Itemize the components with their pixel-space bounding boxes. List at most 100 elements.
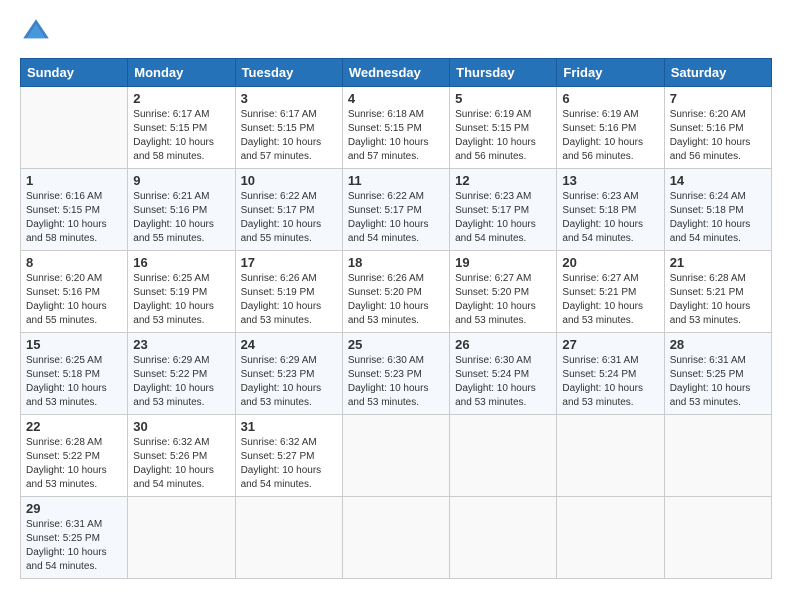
calendar-header-friday: Friday <box>557 59 664 87</box>
calendar-cell: 7 Sunrise: 6:20 AM Sunset: 5:16 PM Daylig… <box>664 87 771 169</box>
day-number: 17 <box>241 255 337 270</box>
calendar-cell: 15Sunrise: 6:25 AM Sunset: 5:18 PM Dayli… <box>21 333 128 415</box>
calendar-cell: 30Sunrise: 6:32 AM Sunset: 5:26 PM Dayli… <box>128 415 235 497</box>
day-number: 31 <box>241 419 337 434</box>
calendar-cell <box>342 415 449 497</box>
day-number: 30 <box>133 419 229 434</box>
day-detail: Sunrise: 6:24 AM Sunset: 5:18 PM Dayligh… <box>670 190 766 246</box>
day-detail: Sunrise: 6:20 AM Sunset: 5:16 PM Dayligh… <box>670 108 766 164</box>
calendar-header-row: SundayMondayTuesdayWednesdayThursdayFrid… <box>21 59 772 87</box>
calendar-cell: 21 Sunrise: 6:28 AM Sunset: 5:21 PM Dayli… <box>664 251 771 333</box>
calendar-cell: 28Sunrise: 6:31 AM Sunset: 5:25 PM Dayli… <box>664 333 771 415</box>
day-number: 15 <box>26 337 122 352</box>
day-detail: Sunrise: 6:19 AM Sunset: 5:15 PM Dayligh… <box>455 108 551 164</box>
calendar-cell: 3 Sunrise: 6:17 AM Sunset: 5:15 PM Daylig… <box>235 87 342 169</box>
calendar-cell <box>342 497 449 579</box>
day-detail: Sunrise: 6:29 AM Sunset: 5:23 PM Dayligh… <box>241 354 337 410</box>
day-number: 4 <box>348 91 444 106</box>
calendar-cell: 1Sunrise: 6:16 AM Sunset: 5:15 PM Daylig… <box>21 169 128 251</box>
calendar-cell: 22 Sunrise: 6:28 AM Sunset: 5:22 PM Dayli… <box>21 415 128 497</box>
day-detail: Sunrise: 6:26 AM Sunset: 5:20 PM Dayligh… <box>348 272 444 328</box>
day-number: 26 <box>455 337 551 352</box>
calendar-header-sunday: Sunday <box>21 59 128 87</box>
day-detail: Sunrise: 6:23 AM Sunset: 5:17 PM Dayligh… <box>455 190 551 246</box>
calendar-cell: 16 Sunrise: 6:25 AM Sunset: 5:19 PM Dayli… <box>128 251 235 333</box>
day-detail: Sunrise: 6:29 AM Sunset: 5:22 PM Dayligh… <box>133 354 229 410</box>
day-number: 20 <box>562 255 658 270</box>
day-number: 18 <box>348 255 444 270</box>
day-detail: Sunrise: 6:19 AM Sunset: 5:16 PM Dayligh… <box>562 108 658 164</box>
day-number: 7 <box>670 91 766 106</box>
calendar-cell: 13 Sunrise: 6:23 AM Sunset: 5:18 PM Dayli… <box>557 169 664 251</box>
day-detail: Sunrise: 6:17 AM Sunset: 5:15 PM Dayligh… <box>241 108 337 164</box>
calendar-cell: 20Sunrise: 6:27 AM Sunset: 5:21 PM Dayli… <box>557 251 664 333</box>
calendar-header-tuesday: Tuesday <box>235 59 342 87</box>
calendar-cell: 27Sunrise: 6:31 AM Sunset: 5:24 PM Dayli… <box>557 333 664 415</box>
calendar-header-saturday: Saturday <box>664 59 771 87</box>
day-detail: Sunrise: 6:25 AM Sunset: 5:19 PM Dayligh… <box>133 272 229 328</box>
calendar-week-row: 29 Sunrise: 6:31 AM Sunset: 5:25 PM Dayli… <box>21 497 772 579</box>
calendar-cell <box>21 87 128 169</box>
calendar-cell <box>557 415 664 497</box>
day-number: 13 <box>562 173 658 188</box>
calendar-cell: 23Sunrise: 6:29 AM Sunset: 5:22 PM Dayli… <box>128 333 235 415</box>
day-detail: Sunrise: 6:31 AM Sunset: 5:25 PM Dayligh… <box>26 518 122 574</box>
calendar-cell: 2 Sunrise: 6:17 AM Sunset: 5:15 PM Daylig… <box>128 87 235 169</box>
day-number: 29 <box>26 501 122 516</box>
calendar-cell <box>235 497 342 579</box>
day-detail: Sunrise: 6:28 AM Sunset: 5:21 PM Dayligh… <box>670 272 766 328</box>
calendar-header-monday: Monday <box>128 59 235 87</box>
calendar-cell: 10 Sunrise: 6:22 AM Sunset: 5:17 PM Dayli… <box>235 169 342 251</box>
day-detail: Sunrise: 6:27 AM Sunset: 5:20 PM Dayligh… <box>455 272 551 328</box>
day-number: 22 <box>26 419 122 434</box>
day-detail: Sunrise: 6:22 AM Sunset: 5:17 PM Dayligh… <box>241 190 337 246</box>
day-detail: Sunrise: 6:32 AM Sunset: 5:27 PM Dayligh… <box>241 436 337 492</box>
header <box>20 16 772 48</box>
day-number: 1 <box>26 173 122 188</box>
day-number: 14 <box>670 173 766 188</box>
calendar-cell: 19 Sunrise: 6:27 AM Sunset: 5:20 PM Dayli… <box>450 251 557 333</box>
day-number: 27 <box>562 337 658 352</box>
calendar-table: SundayMondayTuesdayWednesdayThursdayFrid… <box>20 58 772 579</box>
calendar-cell: 12 Sunrise: 6:23 AM Sunset: 5:17 PM Dayli… <box>450 169 557 251</box>
calendar-cell: 11Sunrise: 6:22 AM Sunset: 5:17 PM Dayli… <box>342 169 449 251</box>
day-number: 16 <box>133 255 229 270</box>
calendar-week-row: 2 Sunrise: 6:17 AM Sunset: 5:15 PM Daylig… <box>21 87 772 169</box>
day-detail: Sunrise: 6:26 AM Sunset: 5:19 PM Dayligh… <box>241 272 337 328</box>
calendar-header-thursday: Thursday <box>450 59 557 87</box>
calendar-cell <box>664 497 771 579</box>
day-detail: Sunrise: 6:28 AM Sunset: 5:22 PM Dayligh… <box>26 436 122 492</box>
calendar-week-row: 15Sunrise: 6:25 AM Sunset: 5:18 PM Dayli… <box>21 333 772 415</box>
calendar-cell <box>450 415 557 497</box>
calendar-header-wednesday: Wednesday <box>342 59 449 87</box>
day-detail: Sunrise: 6:30 AM Sunset: 5:24 PM Dayligh… <box>455 354 551 410</box>
day-detail: Sunrise: 6:22 AM Sunset: 5:17 PM Dayligh… <box>348 190 444 246</box>
day-detail: Sunrise: 6:20 AM Sunset: 5:16 PM Dayligh… <box>26 272 122 328</box>
day-number: 5 <box>455 91 551 106</box>
calendar-cell: 25Sunrise: 6:30 AM Sunset: 5:23 PM Dayli… <box>342 333 449 415</box>
calendar-cell: 4Sunrise: 6:18 AM Sunset: 5:15 PM Daylig… <box>342 87 449 169</box>
day-detail: Sunrise: 6:17 AM Sunset: 5:15 PM Dayligh… <box>133 108 229 164</box>
day-number: 2 <box>133 91 229 106</box>
calendar-week-row: 8Sunrise: 6:20 AM Sunset: 5:16 PM Daylig… <box>21 251 772 333</box>
day-number: 24 <box>241 337 337 352</box>
calendar-cell <box>557 497 664 579</box>
day-number: 28 <box>670 337 766 352</box>
day-number: 19 <box>455 255 551 270</box>
calendar-cell: 24 Sunrise: 6:29 AM Sunset: 5:23 PM Dayli… <box>235 333 342 415</box>
calendar-week-row: 22 Sunrise: 6:28 AM Sunset: 5:22 PM Dayli… <box>21 415 772 497</box>
calendar-cell: 6 Sunrise: 6:19 AM Sunset: 5:16 PM Daylig… <box>557 87 664 169</box>
day-detail: Sunrise: 6:23 AM Sunset: 5:18 PM Dayligh… <box>562 190 658 246</box>
day-number: 9 <box>133 173 229 188</box>
day-number: 3 <box>241 91 337 106</box>
calendar-cell: 26 Sunrise: 6:30 AM Sunset: 5:24 PM Dayli… <box>450 333 557 415</box>
calendar-cell: 5 Sunrise: 6:19 AM Sunset: 5:15 PM Daylig… <box>450 87 557 169</box>
calendar-cell: 17 Sunrise: 6:26 AM Sunset: 5:19 PM Dayli… <box>235 251 342 333</box>
day-number: 12 <box>455 173 551 188</box>
calendar-cell: 14 Sunrise: 6:24 AM Sunset: 5:18 PM Dayli… <box>664 169 771 251</box>
day-detail: Sunrise: 6:21 AM Sunset: 5:16 PM Dayligh… <box>133 190 229 246</box>
calendar-cell: 29 Sunrise: 6:31 AM Sunset: 5:25 PM Dayli… <box>21 497 128 579</box>
day-number: 10 <box>241 173 337 188</box>
day-number: 6 <box>562 91 658 106</box>
day-number: 21 <box>670 255 766 270</box>
